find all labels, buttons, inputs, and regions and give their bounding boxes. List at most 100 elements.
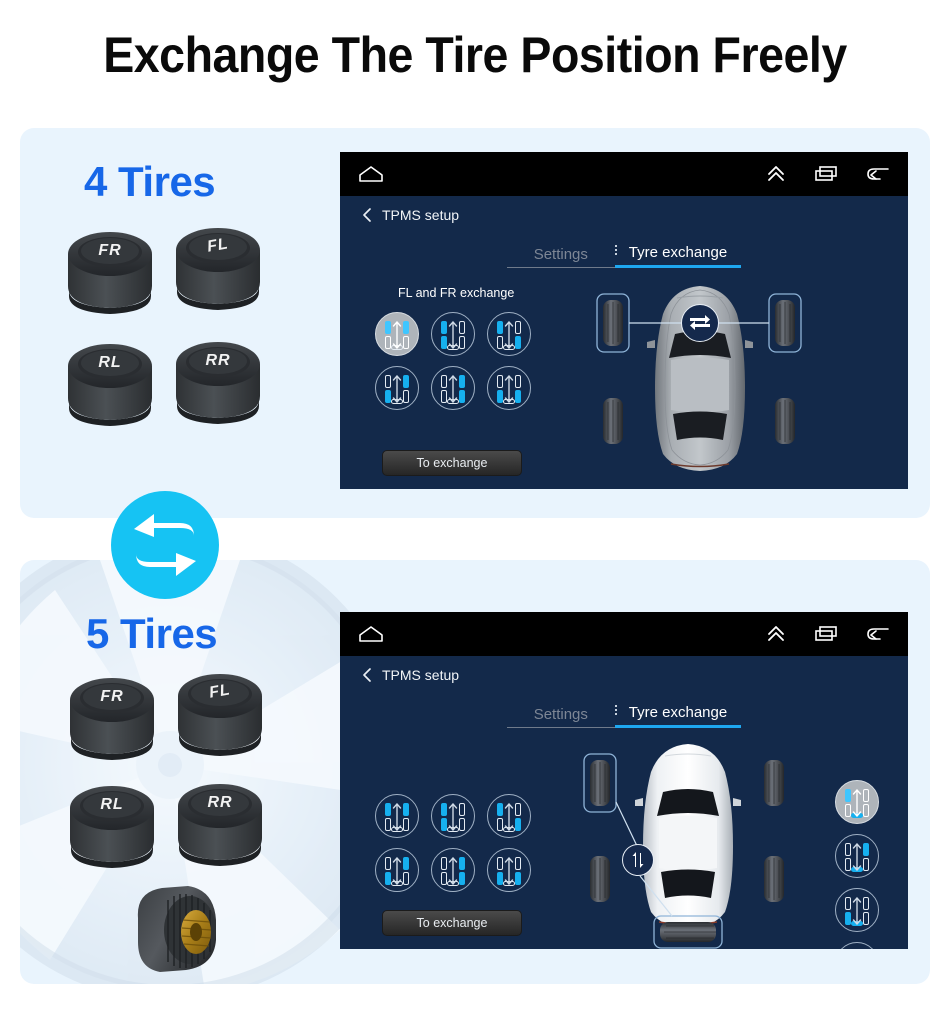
tire-fr-indicator	[459, 803, 465, 816]
tire-fl-indicator	[441, 321, 447, 334]
tire-fr-indicator	[403, 375, 409, 388]
sensor-cap-spare	[128, 878, 220, 974]
double-arrow-icon	[504, 375, 514, 403]
tire-rr-indicator	[515, 872, 521, 885]
pattern-fr-rl-exchange[interactable]	[375, 366, 419, 410]
pattern-fl-rr-exchange[interactable]	[487, 794, 531, 838]
double-arrow-icon	[448, 803, 458, 831]
car-body	[635, 744, 741, 929]
pattern-fr-rr-exchange[interactable]	[431, 366, 475, 410]
double-arrow-icon	[448, 321, 458, 349]
connector-upper	[615, 801, 639, 849]
tire-rr-indicator	[459, 390, 465, 403]
sensor-label: RL	[100, 796, 124, 813]
to-exchange-button[interactable]: To exchange	[382, 450, 522, 476]
tire-fl-indicator	[385, 803, 391, 816]
tire-rr-indicator	[515, 390, 521, 403]
swap-arrows-badge	[110, 490, 220, 600]
tab-tyre-exchange[interactable]: Tyre exchange	[614, 704, 742, 728]
sensor-cap-rr: RR	[172, 776, 268, 868]
chevron-left-icon[interactable]	[362, 667, 372, 683]
sensor-cap-rr: RR	[170, 334, 266, 426]
tire-fl-indicator	[845, 789, 851, 802]
sensor-label: RL	[98, 354, 122, 371]
tire-fr-indicator	[515, 321, 521, 334]
pattern-rl-spare-exchange[interactable]	[835, 888, 879, 932]
tire-fl-indicator	[845, 843, 851, 856]
tire-rear-right	[775, 398, 795, 444]
car-diagram-gray	[585, 278, 815, 478]
chevron-up-double-icon[interactable]	[766, 625, 786, 643]
chevron-left-icon[interactable]	[362, 207, 372, 223]
tire-fl-indicator	[497, 803, 503, 816]
tire-spare	[660, 922, 716, 942]
tire-fr-indicator	[403, 803, 409, 816]
pattern-fl-fr-exchange[interactable]	[375, 794, 419, 838]
recents-icon[interactable]	[814, 625, 838, 643]
tab-bar: Settings Tyre exchange	[340, 694, 908, 728]
pattern-fl-rr-exchange[interactable]	[487, 312, 531, 356]
home-icon[interactable]	[358, 165, 384, 183]
tab-label: Tyre exchange	[628, 704, 728, 721]
sensor-label: FR	[98, 242, 122, 259]
tab-settings[interactable]: Settings	[506, 247, 615, 268]
pattern-fl-rl-exchange[interactable]	[431, 312, 475, 356]
tab-bar: Settings Tyre exchange	[340, 234, 908, 268]
car-top-view	[583, 744, 784, 949]
swap-horizontal-badge[interactable]	[681, 304, 719, 342]
four-tires-heading: 4 Tires	[84, 158, 216, 205]
pattern-fr-rl-exchange[interactable]	[375, 848, 419, 892]
pattern-rl-rr-exchange[interactable]	[487, 848, 531, 892]
sensor-cap-rl: RL	[64, 778, 160, 870]
sensor-cap-fl: FL	[170, 220, 266, 312]
pattern-fr-spare-exchange[interactable]	[835, 834, 879, 878]
android-screen-five-tires: TPMS setup Settings Tyre exchange To exc…	[340, 612, 908, 949]
tire-fr-indicator	[863, 843, 869, 856]
back-arrow-icon[interactable]	[866, 625, 890, 643]
recents-icon[interactable]	[814, 165, 838, 183]
double-arrow-icon	[504, 803, 514, 831]
pattern-rr-spare-exchange[interactable]	[835, 942, 879, 949]
to-exchange-button[interactable]: To exchange	[382, 910, 522, 936]
home-icon[interactable]	[358, 625, 384, 643]
sensor-label: RR	[207, 794, 233, 811]
double-arrow-icon	[392, 321, 402, 349]
sensor-label: FR	[100, 688, 124, 705]
sensor-cap-icon	[68, 344, 152, 426]
sensor-label: RR	[205, 352, 231, 369]
back-arrow-icon[interactable]	[866, 165, 890, 183]
tire-rr-indicator	[403, 818, 409, 831]
chevron-up-double-icon[interactable]	[766, 165, 786, 183]
sensor-cap-fr: FR	[62, 224, 158, 316]
sensor-cap-icon	[176, 342, 260, 424]
double-arrow-icon	[392, 803, 402, 831]
tire-rr-indicator	[863, 858, 869, 871]
tab-settings[interactable]: Settings	[506, 707, 615, 728]
pattern-fr-rr-exchange[interactable]	[431, 848, 475, 892]
double-arrow-icon	[852, 843, 862, 871]
swap-diagonal-icon	[632, 852, 644, 868]
tire-fl-indicator	[845, 897, 851, 910]
tab-tyre-exchange[interactable]: Tyre exchange	[614, 245, 742, 268]
tire-fr-indicator	[403, 321, 409, 334]
double-arrow-icon	[504, 321, 514, 349]
double-arrow-icon	[504, 857, 514, 885]
page-title: Exchange The Tire Position Freely	[103, 27, 847, 83]
swap-diagonal-badge[interactable]	[622, 844, 654, 876]
tire-fr-indicator	[515, 803, 521, 816]
spare-pattern-grid	[835, 780, 879, 949]
sensor-cap-rl: RL	[62, 336, 158, 428]
pattern-fl-fr-exchange[interactable]	[375, 312, 419, 356]
pattern-rl-rr-exchange[interactable]	[487, 366, 531, 410]
sensor-cap-fl: FL	[172, 666, 268, 758]
tire-rr-indicator	[403, 872, 409, 885]
tire-fr-indicator	[515, 857, 521, 870]
pattern-fl-spare-exchange[interactable]	[835, 780, 879, 824]
car-diagram-white	[568, 736, 808, 949]
tire-fr-indicator	[515, 375, 521, 388]
tire-front-left	[603, 300, 623, 346]
pattern-fl-rl-exchange[interactable]	[431, 794, 475, 838]
tire-rr-indicator	[403, 336, 409, 349]
double-arrow-icon	[392, 375, 402, 403]
sensor-cap-icon	[178, 784, 262, 866]
